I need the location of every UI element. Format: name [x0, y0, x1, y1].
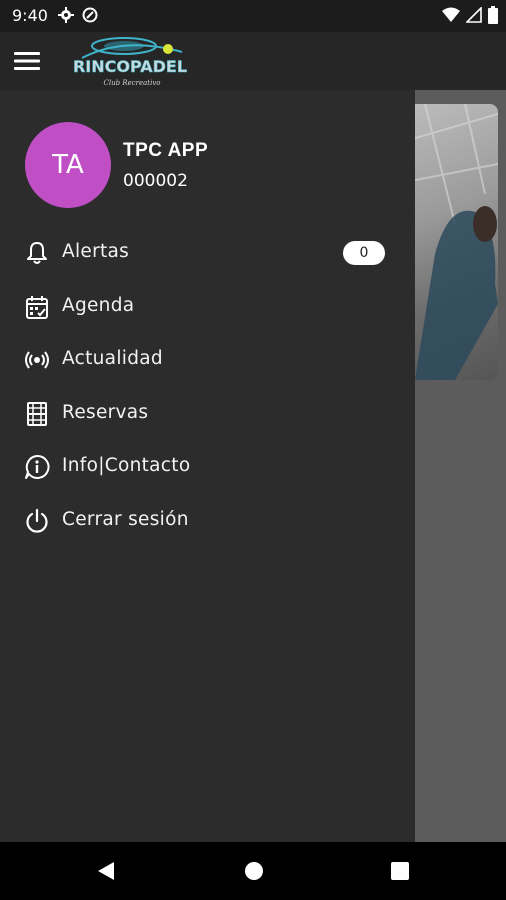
status-bar: 9:40 — [0, 0, 506, 32]
system-navigation-bar — [0, 842, 506, 900]
club-logo: RINCOPADEL Club Recreativo — [73, 37, 187, 87]
info-chat-icon — [25, 454, 50, 479]
menu-item-reservas[interactable]: Reservas — [0, 388, 415, 442]
data-saver-icon — [82, 7, 98, 23]
drawer-menu: Alertas 0 Agenda Actualidad Reservas Inf… — [0, 227, 415, 548]
menu-item-label: Cerrar sesión — [62, 508, 189, 530]
menu-item-agenda[interactable]: Agenda — [0, 281, 415, 335]
menu-item-label: Reservas — [62, 401, 149, 423]
court-icon — [27, 401, 47, 426]
avatar[interactable]: TA — [25, 122, 111, 208]
navigation-drawer: TA TPC APP 000002 Alertas 0 Agenda Actua… — [0, 90, 415, 842]
logo-text: RINCOPADEL — [73, 57, 187, 76]
menu-item-cerrar-sesion[interactable]: Cerrar sesión — [0, 495, 415, 549]
alert-count-badge: 0 — [343, 241, 385, 265]
menu-item-label: Actualidad — [62, 348, 163, 369]
broadcast-icon — [25, 351, 49, 369]
signal-icon — [466, 7, 482, 23]
menu-item-label: Info|Contacto — [62, 455, 191, 476]
recents-icon[interactable] — [390, 861, 410, 881]
menu-item-actualidad[interactable]: Actualidad — [0, 334, 415, 388]
calendar-icon — [26, 295, 48, 319]
bell-icon — [27, 242, 47, 264]
power-icon — [26, 508, 48, 533]
hamburger-menu-icon[interactable] — [14, 50, 40, 72]
home-icon[interactable] — [244, 861, 264, 881]
battery-icon — [488, 6, 498, 24]
avatar-initials: TA — [52, 150, 84, 180]
back-icon[interactable] — [96, 861, 116, 881]
wifi-icon — [442, 7, 460, 22]
menu-item-label: Agenda — [62, 294, 135, 316]
status-time: 9:40 — [12, 6, 48, 25]
menu-item-label: Alertas — [62, 241, 130, 262]
menu-item-info-contacto[interactable]: Info|Contacto — [0, 441, 415, 495]
user-name: TPC APP — [123, 140, 209, 161]
logo-subtext: Club Recreativo — [103, 79, 160, 87]
menu-item-alertas[interactable]: Alertas 0 — [0, 227, 415, 281]
app-bar: RINCOPADEL Club Recreativo — [0, 32, 506, 90]
user-id: 000002 — [123, 171, 188, 191]
settings-icon — [58, 7, 74, 23]
